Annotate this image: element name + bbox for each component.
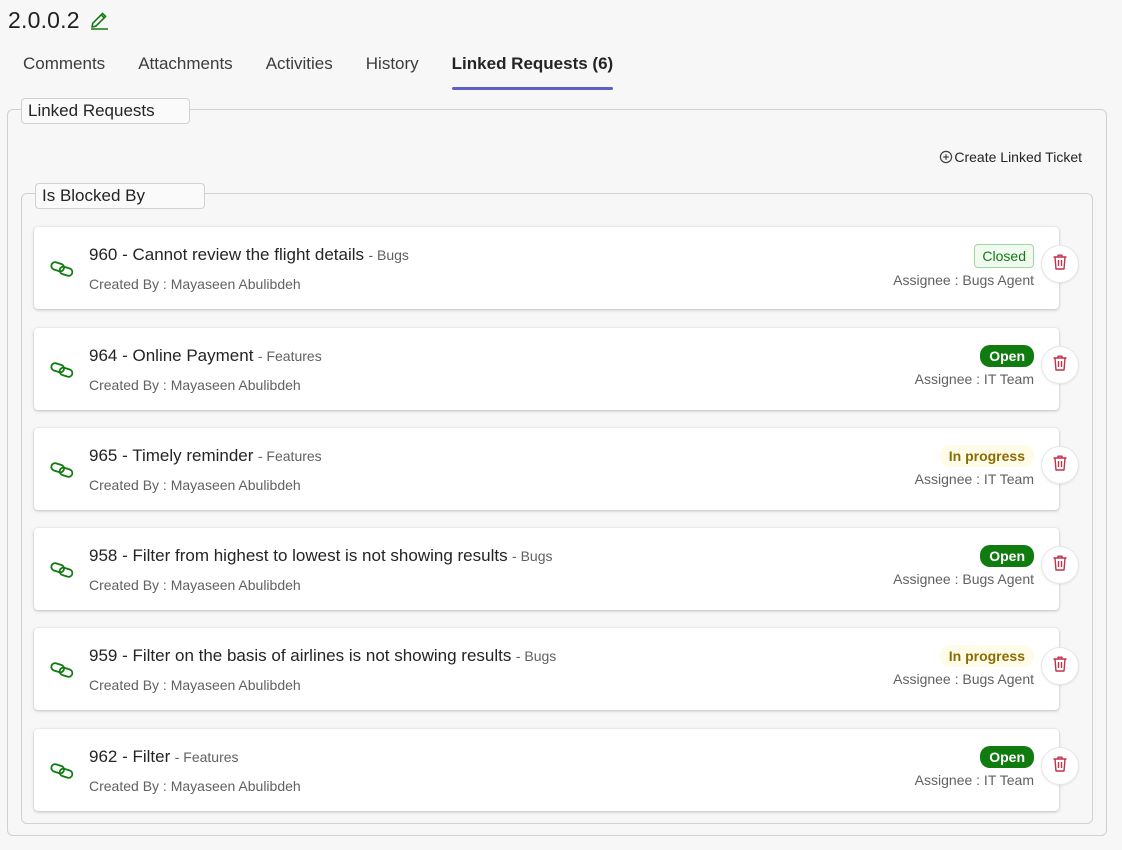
request-card[interactable]: 962 - Filter - Features Created By : May… [34, 729, 1059, 811]
trash-icon [1050, 353, 1070, 378]
status-badge: Closed [974, 244, 1034, 268]
trash-icon [1050, 654, 1070, 679]
link-icon [50, 461, 74, 479]
tab-activities[interactable]: Activities [266, 52, 333, 90]
tab-attachments[interactable]: Attachments [138, 52, 233, 90]
request-title[interactable]: Filter [132, 747, 170, 766]
request-created-by: Created By : Mayaseen Abulibdeh [89, 477, 301, 493]
create-linked-ticket-label: Create Linked Ticket [954, 149, 1082, 165]
panel-title: Linked Requests [21, 98, 190, 124]
tab-comments[interactable]: Comments [23, 52, 105, 90]
request-separator: - [117, 245, 133, 264]
request-card[interactable]: 959 - Filter on the basis of airlines is… [34, 628, 1059, 710]
delete-link-button[interactable] [1041, 747, 1079, 785]
request-category: - Bugs [512, 548, 553, 564]
request-number[interactable]: 965 [89, 446, 117, 465]
status-badge: In progress [939, 445, 1034, 467]
trash-icon [1050, 754, 1070, 779]
delete-link-button[interactable] [1041, 546, 1079, 584]
status-badge: Open [980, 746, 1034, 768]
delete-link-button[interactable] [1041, 245, 1079, 283]
page-header: 2.0.0.2 [8, 6, 110, 34]
trash-icon [1050, 252, 1070, 277]
delete-link-button[interactable] [1041, 446, 1079, 484]
tab-linked-requests[interactable]: Linked Requests (6) [451, 52, 613, 90]
request-card[interactable]: 964 - Online Payment - Features Created … [34, 328, 1059, 410]
add-circle-icon [939, 150, 953, 164]
request-created-by: Created By : Mayaseen Abulibdeh [89, 677, 301, 693]
request-assignee: Assignee : Bugs Agent [893, 571, 1034, 587]
request-assignee: Assignee : IT Team [914, 371, 1034, 387]
link-icon [50, 561, 74, 579]
request-separator: - [117, 747, 133, 766]
request-separator: - [117, 646, 133, 665]
request-title[interactable]: Timely reminder [132, 446, 253, 465]
request-number[interactable]: 964 [89, 346, 117, 365]
request-created-by: Created By : Mayaseen Abulibdeh [89, 276, 301, 292]
request-title[interactable]: Filter from highest to lowest is not sho… [132, 546, 507, 565]
request-assignee: Assignee : IT Team [914, 471, 1034, 487]
request-number[interactable]: 959 [89, 646, 117, 665]
request-created-by: Created By : Mayaseen Abulibdeh [89, 377, 301, 393]
request-title[interactable]: Filter on the basis of airlines is not s… [132, 646, 511, 665]
group-title: Is Blocked By [35, 183, 205, 209]
request-category: - Bugs [515, 648, 557, 664]
page-title: 2.0.0.2 [8, 6, 80, 33]
trash-icon [1050, 553, 1070, 578]
link-icon [50, 361, 74, 379]
request-assignee: Assignee : IT Team [914, 772, 1034, 788]
trash-icon [1050, 453, 1070, 478]
request-assignee: Assignee : Bugs Agent [893, 671, 1034, 687]
pencil-icon[interactable] [88, 9, 110, 31]
request-created-by: Created By : Mayaseen Abulibdeh [89, 778, 301, 794]
request-category: - Features [174, 749, 239, 765]
request-separator: - [117, 546, 133, 565]
request-number[interactable]: 958 [89, 546, 117, 565]
request-assignee: Assignee : Bugs Agent [893, 272, 1034, 288]
request-category: - Bugs [368, 247, 409, 263]
tab-history[interactable]: History [366, 52, 419, 90]
request-number[interactable]: 962 [89, 747, 117, 766]
delete-link-button[interactable] [1041, 647, 1079, 685]
request-separator: - [117, 446, 133, 465]
request-card[interactable]: 958 - Filter from highest to lowest is n… [34, 528, 1059, 610]
delete-link-button[interactable] [1041, 346, 1079, 384]
status-badge: Open [980, 545, 1034, 567]
request-category: - Features [257, 348, 322, 364]
request-card[interactable]: 960 - Cannot review the flight details -… [34, 227, 1059, 309]
tab-bar: Comments Attachments Activities History … [23, 52, 646, 92]
request-title[interactable]: Cannot review the flight details [132, 245, 364, 264]
link-icon [50, 661, 74, 679]
request-category: - Features [257, 448, 322, 464]
request-created-by: Created By : Mayaseen Abulibdeh [89, 577, 301, 593]
status-badge: Open [980, 345, 1034, 367]
request-card[interactable]: 965 - Timely reminder - Features Created… [34, 428, 1059, 510]
create-linked-ticket-button[interactable]: Create Linked Ticket [939, 149, 1082, 165]
status-badge: In progress [939, 645, 1034, 667]
link-icon [50, 762, 74, 780]
request-separator: - [117, 346, 133, 365]
request-title[interactable]: Online Payment [132, 346, 253, 365]
request-number[interactable]: 960 [89, 245, 117, 264]
link-icon [50, 260, 74, 278]
